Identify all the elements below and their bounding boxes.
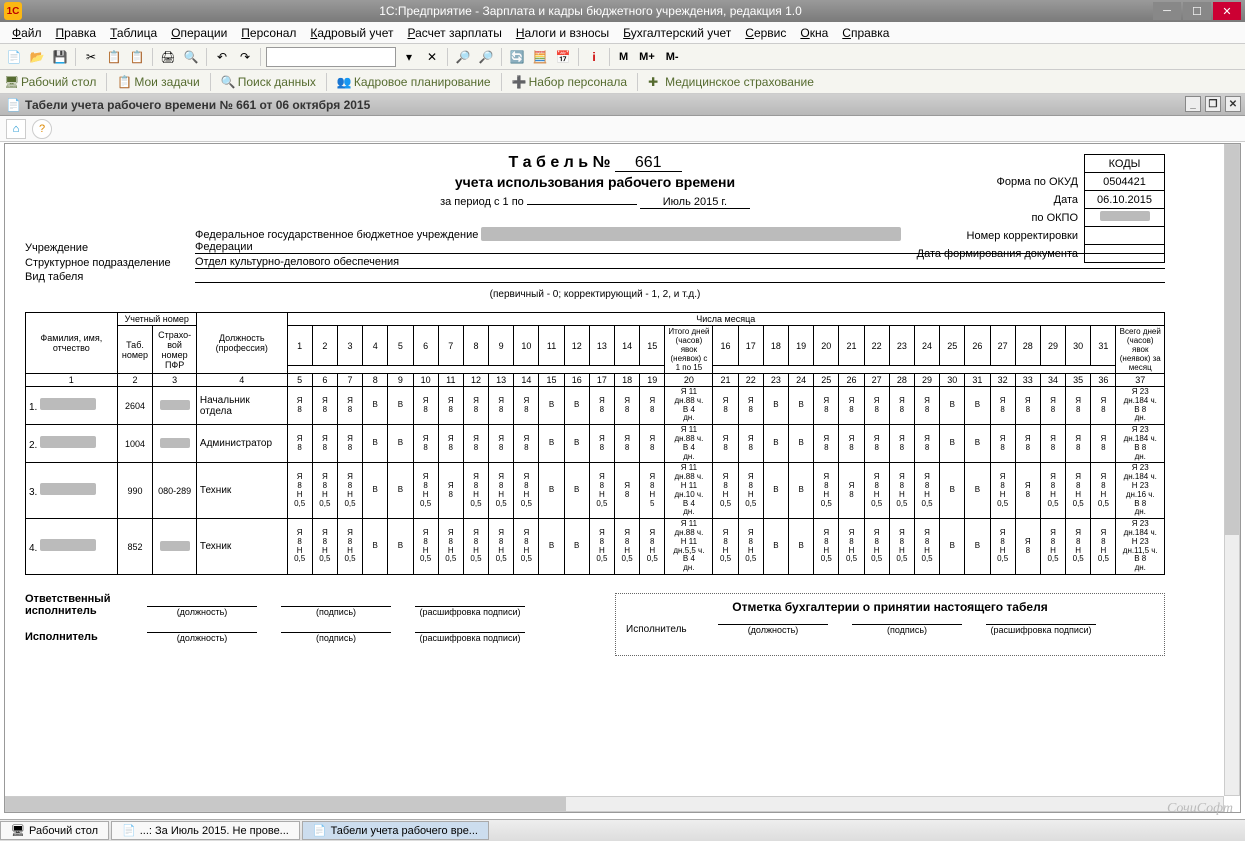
search-input[interactable] [266, 47, 396, 67]
redo-icon[interactable]: ↷ [235, 47, 255, 67]
nav-recruit[interactable]: ➕Набор персонала [512, 75, 628, 89]
clear-icon[interactable]: ✕ [422, 47, 442, 67]
app-logo: 1C [4, 2, 22, 20]
horizontal-scrollbar[interactable] [5, 796, 1224, 812]
menu-help[interactable]: Справка [836, 24, 895, 42]
report-area: Т а б е л ь № 661 учета использования ра… [4, 143, 1241, 813]
doc-minimize-button[interactable]: _ [1185, 96, 1201, 112]
preview-icon[interactable]: 🔍 [181, 47, 201, 67]
cut-icon[interactable]: ✂ [81, 47, 101, 67]
timesheet-table: Фамилия, имя, отчество Учетный номер Дол… [25, 312, 1165, 575]
window-tabs-bar: 🖥Рабочий стол 📄...: За Июль 2015. Не про… [0, 819, 1245, 841]
document-title: Табели учета рабочего времени № 661 от 0… [25, 98, 370, 112]
title-bar: 1C 1С:Предприятие - Зарплата и кадры бюд… [0, 0, 1245, 22]
vertical-scrollbar[interactable] [1224, 144, 1240, 796]
doc-close-button[interactable]: ✕ [1225, 96, 1241, 112]
table-row: 3. 990080-289ТехникЯ8Н0,5Я8Н0,5Я8Н0,5ВВЯ… [26, 463, 1165, 519]
menu-personnel[interactable]: Персонал [235, 24, 302, 42]
menu-service[interactable]: Сервис [739, 24, 792, 42]
undo-icon[interactable]: ↶ [212, 47, 232, 67]
nav-tasks[interactable]: 📋Мои задачи [117, 75, 199, 89]
desktop-icon: 🖥 [4, 75, 18, 89]
desktop-icon: 🖥 [11, 824, 25, 837]
main-toolbar: 📄 📂 💾 ✂ 📋 📋 🖨 🔍 ↶ ↷ ▾ ✕ 🔎 🔎 🔄 🧮 📅 i M M+… [0, 44, 1245, 70]
find-icon[interactable]: 🔎 [453, 47, 473, 67]
find-next-icon[interactable]: 🔎 [476, 47, 496, 67]
paste-icon[interactable]: 📋 [127, 47, 147, 67]
save-icon[interactable]: 💾 [50, 47, 70, 67]
menu-taxes[interactable]: Налоги и взносы [510, 24, 615, 42]
minimize-button[interactable]: ─ [1153, 2, 1181, 20]
tabel-note: (первичный - 0; корректирующий - 1, 2, и… [25, 289, 1165, 300]
nav-planning[interactable]: 👥Кадровое планирование [337, 75, 491, 89]
tab-desktop[interactable]: 🖥Рабочий стол [0, 821, 109, 840]
help-icon[interactable]: i [584, 47, 604, 67]
tasks-icon: 📋 [117, 75, 131, 89]
dropdown-icon[interactable]: ▾ [399, 47, 419, 67]
menu-hr[interactable]: Кадровый учет [304, 24, 399, 42]
table-row: 1. 2604Начальник отделаЯ8Я8Я8ВВЯ8Я8Я8Я8Я… [26, 387, 1165, 425]
search-icon: 🔍 [221, 75, 235, 89]
signatures: Ответственный исполнитель (должность) (п… [25, 593, 1165, 657]
document-toolbar: ⌂ ? [0, 116, 1245, 142]
planning-icon: 👥 [337, 75, 351, 89]
med-icon: ✚ [648, 75, 662, 89]
menu-accounting[interactable]: Бухгалтерский учет [617, 24, 737, 42]
nav-desktop[interactable]: 🖥Рабочий стол [4, 75, 96, 89]
table-row: 2. 1004АдминистраторЯ8Я8Я8ВВЯ8Я8Я8Я8Я8ВВ… [26, 425, 1165, 463]
maximize-button[interactable]: ☐ [1183, 2, 1211, 20]
help-circle-icon[interactable]: ? [32, 119, 52, 139]
report-number: 661 [615, 154, 682, 172]
mminus-button[interactable]: M- [662, 51, 683, 63]
menu-table[interactable]: Таблица [104, 24, 163, 42]
tab-doc1[interactable]: 📄...: За Июль 2015. Не прове... [111, 821, 300, 840]
doc-icon: 📄 [6, 98, 21, 112]
report-scroll[interactable]: Т а б е л ь № 661 учета использования ра… [5, 144, 1224, 796]
recruit-icon: ➕ [512, 75, 526, 89]
refresh-icon[interactable]: 🔄 [507, 47, 527, 67]
home-icon[interactable]: ⌂ [6, 119, 26, 139]
mplus-button[interactable]: M+ [635, 51, 659, 63]
doc-restore-button[interactable]: ❐ [1205, 96, 1221, 112]
nav-search[interactable]: 🔍Поиск данных [221, 75, 316, 89]
tab-doc2[interactable]: 📄Табели учета рабочего вре... [302, 821, 489, 840]
calc-icon[interactable]: 🧮 [530, 47, 550, 67]
nav-med[interactable]: ✚Медицинское страхование [648, 75, 814, 89]
menu-windows[interactable]: Окна [794, 24, 834, 42]
menu-operations[interactable]: Операции [165, 24, 233, 42]
doc-icon: 📄 [313, 824, 327, 837]
doc-icon: 📄 [122, 824, 136, 837]
watermark: СочиСофт [1167, 801, 1233, 817]
close-button[interactable]: ✕ [1213, 2, 1241, 20]
table-row: 4. 852ТехникЯ8Н0,5Я8Н0,5Я8Н0,5ВВЯ8Н0,5Я8… [26, 519, 1165, 575]
calendar-icon[interactable]: 📅 [553, 47, 573, 67]
window-title: 1С:Предприятие - Зарплата и кадры бюджет… [28, 4, 1153, 18]
new-icon[interactable]: 📄 [4, 47, 24, 67]
menu-payroll[interactable]: Расчет зарплаты [401, 24, 507, 42]
print-icon[interactable]: 🖨 [158, 47, 178, 67]
menu-file[interactable]: Файл [6, 24, 48, 42]
nav-bar: 🖥Рабочий стол 📋Мои задачи 🔍Поиск данных … [0, 70, 1245, 94]
copy-icon[interactable]: 📋 [104, 47, 124, 67]
menu-edit[interactable]: Правка [50, 24, 103, 42]
document-title-bar: 📄 Табели учета рабочего времени № 661 от… [0, 94, 1245, 116]
m-button[interactable]: M [615, 51, 632, 63]
open-icon[interactable]: 📂 [27, 47, 47, 67]
menu-bar: Файл Правка Таблица Операции Персонал Ка… [0, 22, 1245, 44]
